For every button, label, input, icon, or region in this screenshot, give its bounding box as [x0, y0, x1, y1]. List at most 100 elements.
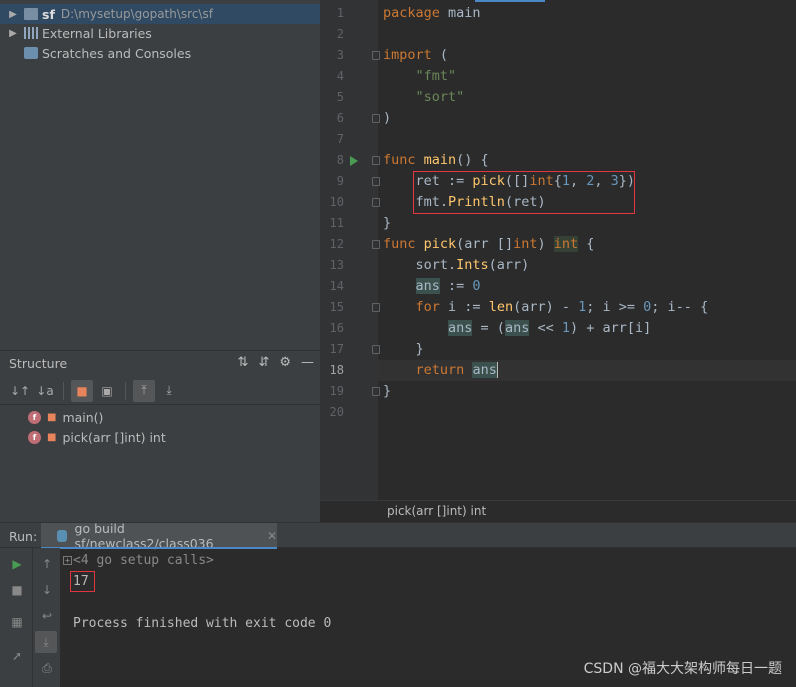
code-line: func pick(arr []int) int { [383, 236, 595, 252]
show-fields-icon[interactable]: ▣ [96, 380, 118, 402]
tree-item-path: D:\mysetup\gopath\src\sf [60, 7, 213, 21]
divider [125, 381, 126, 400]
run-header: Run: go build sf/newclass2/class036 ✕ [0, 521, 796, 551]
chevron-right-icon[interactable]: ▶ [6, 28, 20, 39]
tree-item-label: Scratches and Consoles [42, 45, 192, 61]
scratches-icon [24, 47, 38, 59]
code-line: "fmt" [415, 68, 457, 84]
libraries-icon [24, 27, 38, 39]
autoscroll-from-source-icon[interactable]: ⤓ [158, 380, 180, 402]
scroll-to-end-icon[interactable]: ⤓ [35, 631, 57, 653]
code-line: ans = (ans << 1) + arr[i] [448, 320, 652, 336]
line-number: 10 [329, 195, 344, 209]
code-line: import ( [383, 47, 449, 63]
arrow-down-icon[interactable]: ↓ [39, 582, 55, 598]
expand-icon[interactable]: + [63, 556, 72, 565]
layout-icon[interactable]: ▦ [9, 614, 25, 630]
line-number: 2 [336, 27, 344, 41]
text-caret [496, 362, 498, 378]
tree-item-label: External Libraries [42, 25, 152, 41]
code-line: "sort" [415, 89, 465, 105]
code-line: } [383, 383, 392, 399]
collapsed-setup-calls[interactable]: + <4 go setup calls> [63, 550, 214, 571]
collapse-all-icon[interactable]: ⇵ [258, 355, 269, 370]
line-number: 19 [329, 384, 344, 398]
minimize-icon[interactable]: — [301, 355, 314, 370]
line-number: 17 [329, 342, 344, 356]
code-line: for i := len(arr) - 1; i >= 0; i-- { [415, 299, 709, 315]
function-icon: f [28, 430, 41, 444]
lock-icon: ■ [47, 431, 57, 443]
line-number: 8 [336, 153, 344, 167]
project-panel: ▶ sf D:\mysetup\gopath\src\sf ▶ External… [0, 0, 320, 350]
code-line: func main() { [383, 152, 489, 168]
folder-icon [24, 8, 38, 20]
line-number: 4 [336, 69, 344, 83]
close-icon[interactable]: ✕ [267, 529, 277, 543]
structure-title: Structure [9, 355, 68, 371]
code-area[interactable]: package main import ( "fmt" "sort" ) fun… [378, 0, 796, 500]
editor-gutter[interactable]: 1 2 3 4 5 6 7 8 9 10 11 12 13 14 15 16 17 18 19 20 [320, 0, 380, 500]
code-line: package main [383, 5, 481, 21]
highlight-box [70, 571, 95, 592]
finish-message: Process finished with exit code 0 [73, 616, 332, 631]
code-line-current: return ans [378, 360, 796, 381]
line-number: 6 [336, 111, 344, 125]
function-icon: f [28, 410, 41, 424]
tree-item-label: sf [42, 6, 55, 22]
tree-item-scratches[interactable]: ▶ Scratches and Consoles [0, 43, 320, 63]
structure-toolbar: ↓↑ ↓a ■ ▣ ⤒ ⤓ [0, 377, 320, 405]
code-editor[interactable]: 1 2 3 4 5 6 7 8 9 10 11 12 13 14 15 16 17 18 19 20 package … [320, 0, 796, 500]
structure-item-main[interactable]: f ■ main() [28, 407, 103, 427]
autoscroll-to-source-icon[interactable]: ⤒ [133, 379, 155, 402]
tree-item-sf[interactable]: ▶ sf D:\mysetup\gopath\src\sf [0, 4, 320, 24]
line-number: 16 [329, 321, 344, 335]
line-number: 11 [329, 216, 344, 230]
code-line: } [383, 341, 424, 357]
line-number: 3 [336, 48, 344, 62]
divider [63, 381, 64, 400]
structure-panel: Structure ⇅ ⇵ ⚙ — ↓↑ ↓a ■ ▣ ⤒ ⤓ f ■ main… [0, 350, 320, 522]
tree-item-external-libraries[interactable]: ▶ External Libraries [0, 23, 320, 43]
code-line: } [383, 215, 392, 231]
line-number: 18 [329, 363, 344, 377]
sort-visibility-icon[interactable]: ↓↑ [9, 380, 31, 402]
pin-icon[interactable]: ➚ [9, 648, 25, 664]
watermark: CSDN @福大大架构师每日一题 [583, 661, 782, 677]
line-number: 7 [336, 132, 344, 146]
chevron-right-icon[interactable]: ▶ [6, 9, 20, 20]
stop-icon[interactable]: ■ [9, 582, 25, 598]
structure-item-label: main() [62, 409, 104, 425]
code-line: ) [383, 110, 392, 126]
sort-alpha-icon[interactable]: ↓a [34, 380, 56, 402]
run-toolbar-right: ↑ ↓ ↩ ⤓ ⎙ [32, 548, 60, 687]
code-line: ans := 0 [415, 278, 481, 294]
line-number: 1 [336, 6, 344, 20]
line-number: 5 [336, 90, 344, 104]
run-label: Run: [9, 529, 38, 544]
collapsed-text: <4 go setup calls> [73, 553, 214, 568]
line-number: 12 [329, 237, 344, 251]
code-line: sort.Ints(arr) [383, 257, 530, 273]
run-panel: Run: go build sf/newclass2/class036 ✕ ▶ … [0, 521, 796, 687]
run-tab[interactable]: go build sf/newclass2/class036 ✕ [41, 521, 277, 551]
structure-item-pick[interactable]: f ■ pick(arr []int) int [28, 427, 166, 447]
arrow-up-icon[interactable]: ↑ [39, 556, 55, 572]
lock-icon: ■ [47, 411, 57, 423]
structure-item-label: pick(arr []int) int [62, 429, 166, 445]
expand-all-icon[interactable]: ⇅ [238, 355, 249, 370]
breadcrumb[interactable]: pick(arr []int) int [320, 500, 796, 522]
run-toolbar-left: ▶ ■ ▦ ➚ [0, 548, 32, 687]
line-number: 9 [336, 174, 344, 188]
line-number: 15 [329, 300, 344, 314]
gear-icon[interactable]: ⚙ [279, 355, 291, 370]
go-icon [57, 530, 67, 542]
line-number: 14 [329, 279, 344, 293]
print-icon[interactable]: ⎙ [39, 660, 55, 676]
run-gutter-icon[interactable] [350, 156, 358, 166]
line-number: 20 [329, 405, 344, 419]
structure-header: Structure ⇅ ⇵ ⚙ — [0, 351, 320, 375]
rerun-icon[interactable]: ▶ [9, 556, 25, 572]
show-non-public-icon[interactable]: ■ [71, 379, 93, 402]
soft-wrap-icon[interactable]: ↩ [39, 608, 55, 624]
